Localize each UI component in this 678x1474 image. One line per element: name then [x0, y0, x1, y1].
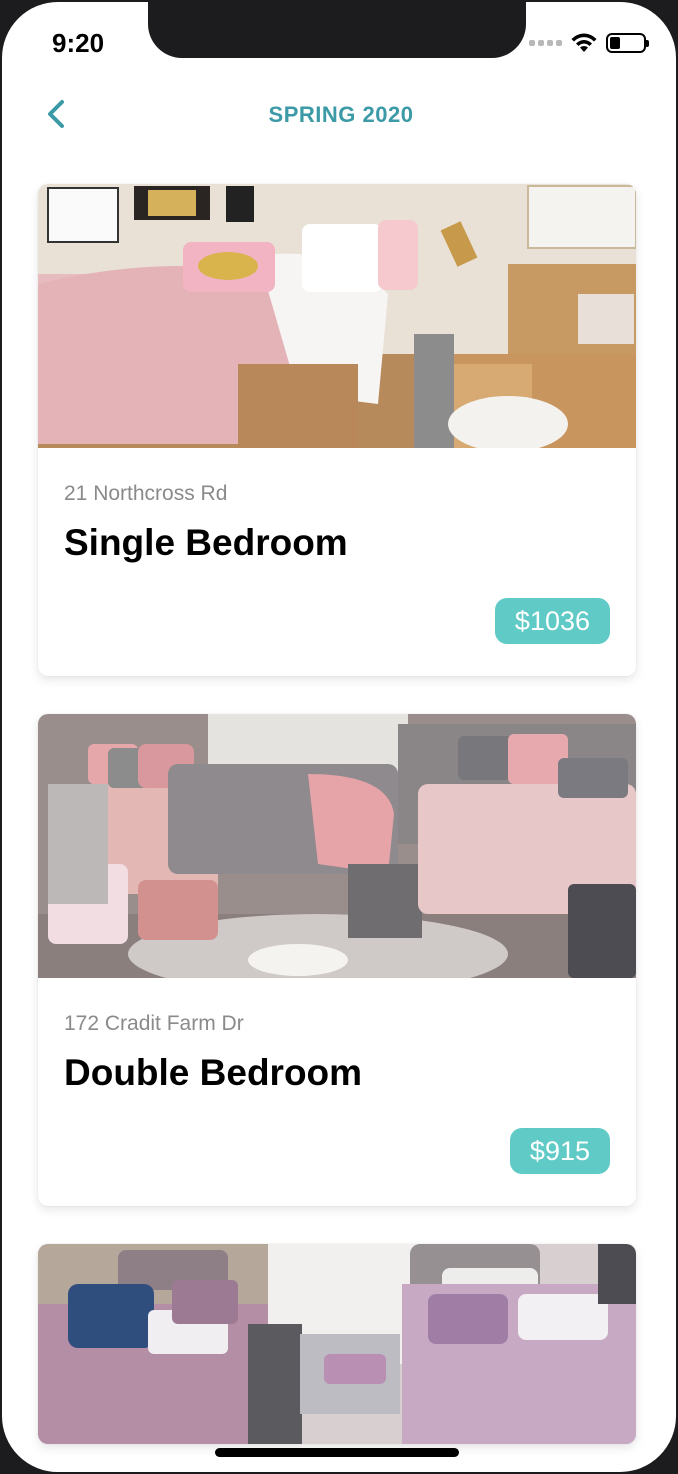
notch: [148, 2, 526, 58]
page-title: SPRING 2020: [268, 102, 414, 127]
listing-card[interactable]: [38, 1244, 636, 1444]
card-body: 172 Cradit Farm Dr Double Bedroom $915: [38, 978, 636, 1206]
home-indicator[interactable]: [215, 1448, 459, 1457]
nav-header: SPRING 2020: [2, 92, 676, 136]
listing-address: 21 Northcross Rd: [64, 482, 228, 505]
listing-list[interactable]: 21 Northcross Rd Single Bedroom $1036 17…: [38, 184, 636, 1472]
status-time: 9:20: [52, 28, 105, 58]
card-body: 21 Northcross Rd Single Bedroom $1036: [38, 448, 636, 676]
price-badge: $915: [509, 1128, 610, 1174]
listing-card[interactable]: 172 Cradit Farm Dr Double Bedroom $915: [38, 714, 636, 1206]
price-badge: $1036: [494, 598, 610, 644]
listing-title: Single Bedroom: [64, 522, 348, 563]
phone-screen: 9:20 SPRING 2020 21 Northcross Rd Single…: [0, 0, 678, 1474]
room-photo: [38, 1244, 636, 1444]
listing-card[interactable]: 21 Northcross Rd Single Bedroom $1036: [38, 184, 636, 676]
room-photo: [38, 184, 636, 448]
listing-title: Double Bedroom: [64, 1052, 363, 1093]
status-icons: [529, 32, 649, 54]
signal-icon: [529, 40, 562, 46]
room-photo: [38, 714, 636, 978]
listing-address: 172 Cradit Farm Dr: [64, 1012, 244, 1035]
wifi-icon: [571, 33, 597, 52]
battery-icon: [606, 33, 649, 53]
